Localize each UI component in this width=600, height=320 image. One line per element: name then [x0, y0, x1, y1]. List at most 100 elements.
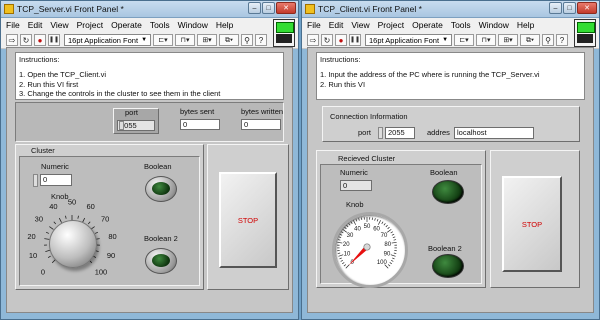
port-stepper[interactable]: [119, 121, 124, 130]
chevron-down-icon: ▼: [141, 36, 148, 43]
gauge-scale-label: 90: [384, 252, 391, 258]
gauge-tick: [393, 252, 397, 254]
received-cluster-label: Recieved Cluster: [338, 154, 396, 163]
knob-dial[interactable]: [49, 220, 97, 268]
menu-operate[interactable]: Operate: [111, 20, 142, 30]
gauge-tick: [389, 262, 393, 265]
resize-objects-icon[interactable]: ⊞▾: [498, 34, 519, 46]
gauge-tick: [376, 218, 379, 222]
client-titlebar[interactable]: TCP_Client.vi Front Panel * – □ ✕: [302, 1, 599, 18]
gauge-scale-label: 100: [377, 260, 388, 266]
knob-tick: [65, 215, 67, 219]
pause-icon[interactable]: ❚❚: [48, 34, 60, 46]
menu-tools[interactable]: Tools: [150, 20, 170, 30]
menu-file[interactable]: File: [6, 20, 20, 30]
numeric-field[interactable]: 0: [40, 174, 72, 186]
knob-scale-label: 60: [86, 202, 94, 211]
search-icon[interactable]: ⚲: [542, 34, 555, 46]
gauge-scale-label: 60: [373, 226, 380, 232]
numeric-label: Numeric: [340, 168, 368, 177]
numeric-indicator: 0: [340, 180, 372, 191]
close-button[interactable]: ✕: [276, 2, 296, 14]
menu-project[interactable]: Project: [77, 20, 103, 30]
pause-icon[interactable]: ❚❚: [349, 34, 361, 46]
address-field[interactable]: localhost: [454, 127, 534, 139]
abort-icon[interactable]: ●: [335, 34, 347, 46]
server-window-title: TCP_Server.vi Front Panel *: [17, 4, 124, 14]
server-instructions: Instructions: 1. Open the TCP_Client.vi …: [15, 52, 284, 100]
bytes-sent-field: 0: [180, 119, 220, 130]
knob-tick: [47, 255, 51, 258]
bytes-written-field: 0: [241, 119, 281, 130]
gauge-tick: [344, 226, 347, 230]
port-field[interactable]: 2055: [385, 127, 415, 139]
gauge-tick: [381, 221, 384, 224]
gauge-tick: [353, 220, 356, 225]
help-icon[interactable]: ?: [556, 34, 569, 46]
minimize-button[interactable]: –: [248, 2, 261, 14]
maximize-button[interactable]: □: [563, 2, 576, 14]
gauge-tick: [358, 218, 360, 221]
labview-app-icon: [4, 4, 14, 14]
distribute-objects-icon[interactable]: ⊓▾: [175, 34, 196, 46]
gauge-tick: [338, 236, 342, 239]
bytes-written-label: bytes written: [241, 107, 284, 116]
gauge-tick: [390, 254, 396, 257]
instruction-line: 2. Run this VI first: [19, 79, 79, 89]
gauge-tick: [343, 264, 347, 267]
led-indicator: [152, 254, 170, 267]
boolean2-label: Boolean 2: [144, 234, 178, 243]
reorder-icon[interactable]: ⧉▾: [520, 34, 541, 46]
gauge-tick: [387, 264, 391, 267]
knob-label: Knob: [346, 200, 364, 209]
boolean2-led-button[interactable]: [145, 248, 177, 274]
vi-connector-icon[interactable]: [574, 19, 596, 47]
vi-connector-icon[interactable]: [273, 19, 295, 47]
distribute-objects-icon[interactable]: ⊓▾: [476, 34, 497, 46]
gauge-tick: [390, 259, 394, 262]
resize-objects-icon[interactable]: ⊞▾: [197, 34, 218, 46]
menu-project[interactable]: Project: [378, 20, 404, 30]
search-icon[interactable]: ⚲: [241, 34, 254, 46]
help-icon[interactable]: ?: [255, 34, 268, 46]
boolean-led-button[interactable]: [145, 176, 177, 202]
reorder-icon[interactable]: ⧉▾: [219, 34, 240, 46]
menu-help[interactable]: Help: [517, 20, 534, 30]
maximize-button[interactable]: □: [262, 2, 275, 14]
gauge-tick: [374, 218, 376, 221]
minimize-button[interactable]: –: [549, 2, 562, 14]
align-objects-icon[interactable]: ⊏▾: [454, 34, 475, 46]
run-arrow-icon[interactable]: ⇨: [307, 34, 319, 46]
menu-view[interactable]: View: [351, 20, 369, 30]
stop-button[interactable]: STOP: [219, 172, 277, 268]
run-continuously-icon[interactable]: ↻: [321, 34, 333, 46]
menu-window[interactable]: Window: [178, 20, 208, 30]
knob-scale-label: 40: [49, 202, 57, 211]
menu-view[interactable]: View: [50, 20, 68, 30]
menu-window[interactable]: Window: [479, 20, 509, 30]
gauge-scale-label: 80: [384, 242, 391, 248]
boolean2-led: [432, 254, 464, 278]
server-titlebar[interactable]: TCP_Server.vi Front Panel * – □ ✕: [1, 1, 298, 18]
port-stepper[interactable]: [378, 127, 383, 139]
abort-icon[interactable]: ●: [34, 34, 46, 46]
close-button[interactable]: ✕: [577, 2, 597, 14]
gauge-tick: [355, 218, 358, 222]
gauge-tick: [338, 254, 344, 257]
run-continuously-icon[interactable]: ↻: [20, 34, 32, 46]
menu-operate[interactable]: Operate: [412, 20, 443, 30]
menu-file[interactable]: File: [307, 20, 321, 30]
menu-edit[interactable]: Edit: [329, 20, 344, 30]
knob-scale-label: 0: [41, 267, 45, 276]
gauge-tick: [391, 233, 395, 236]
font-selector[interactable]: 16pt Application Font ▼: [64, 34, 152, 46]
font-selector[interactable]: 16pt Application Font ▼: [365, 34, 453, 46]
align-objects-icon[interactable]: ⊏▾: [153, 34, 174, 46]
stop-button[interactable]: STOP: [502, 176, 562, 272]
menu-tools[interactable]: Tools: [451, 20, 471, 30]
run-arrow-icon[interactable]: ⇨: [6, 34, 18, 46]
gauge-tick: [348, 223, 351, 226]
menu-help[interactable]: Help: [216, 20, 233, 30]
gauge-scale-label: 40: [354, 226, 361, 232]
menu-edit[interactable]: Edit: [28, 20, 43, 30]
